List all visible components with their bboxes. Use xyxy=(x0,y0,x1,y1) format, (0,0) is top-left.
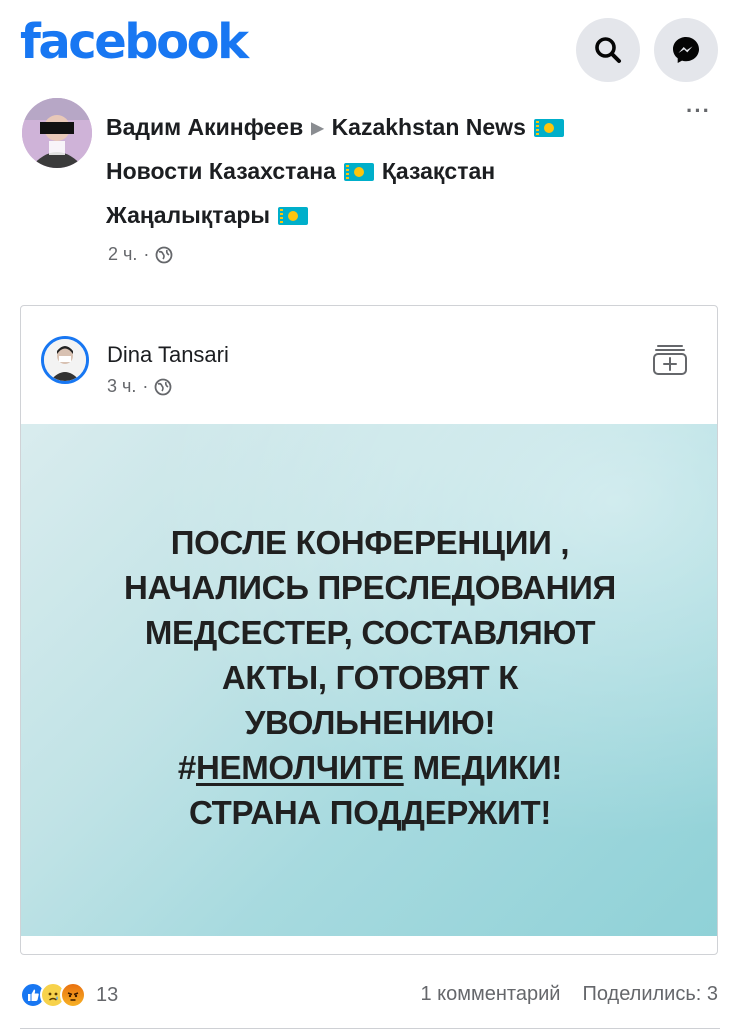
post-time-text: 2 ч. xyxy=(108,244,138,264)
group-name-part-3[interactable]: Қазақстан xyxy=(382,158,495,185)
reactions-summary[interactable]: 13 xyxy=(20,982,118,1008)
image-caption-text: ПОСЛЕ КОНФЕРЕНЦИИ , НАЧАЛИСЬ ПРЕСЛЕДОВАН… xyxy=(21,520,717,835)
image-text-line: СТРАНА ПОДДЕРЖИТ! xyxy=(188,794,552,831)
globe-icon xyxy=(154,378,172,395)
engagement-stats: 1 комментарий Поделились: 3 xyxy=(420,983,718,1006)
kazakhstan-flag-icon xyxy=(343,162,374,181)
divider xyxy=(20,1028,720,1029)
author-avatar[interactable] xyxy=(22,98,92,168)
image-text-line: УВОЛЬНЕНИЮ! xyxy=(244,704,496,741)
avatar-image xyxy=(22,98,92,168)
hashtag-link: НЕМОЛЧИТЕ xyxy=(195,749,404,786)
facebook-logo[interactable]: facebook xyxy=(20,18,249,66)
author-name[interactable]: Вадим Акинфеев xyxy=(106,114,303,141)
reaction-count: 13 xyxy=(96,983,119,1006)
post-header-line-1: Вадим Акинфеев ▶ Kazakhstan News xyxy=(106,114,564,141)
shared-to-arrow-icon: ▶ xyxy=(311,119,324,137)
save-collection-icon xyxy=(653,345,687,375)
post-image[interactable]: ПОСЛЕ КОНФЕРЕНЦИИ , НАЧАЛИСЬ ПРЕСЛЕДОВАН… xyxy=(21,424,717,936)
hash-symbol: # xyxy=(177,749,196,786)
messenger-button[interactable] xyxy=(654,18,718,82)
group-name-part-4[interactable]: Жаңалықтары xyxy=(106,202,270,229)
separator-dot: · xyxy=(142,376,149,396)
shared-author-avatar[interactable] xyxy=(41,336,89,384)
group-name-part-1[interactable]: Kazakhstan News xyxy=(332,114,526,141)
post-header-line-2: Новости Казахстана Қазақстан xyxy=(106,158,495,185)
post-footer: 13 1 комментарий Поделились: 3 xyxy=(20,975,720,1015)
search-button[interactable] xyxy=(576,18,640,82)
post-timestamp[interactable]: 2 ч. · xyxy=(108,244,173,265)
save-post-button[interactable] xyxy=(651,338,689,381)
comments-count-link[interactable]: 1 комментарий xyxy=(420,983,560,1006)
shared-author-name[interactable]: Dina Tansari xyxy=(107,342,229,368)
image-text-line: МЕДСЕСТЕР, СОСТАВЛЯЮТ xyxy=(144,614,596,651)
image-text-line: АКТЫ, ГОТОВЯТ К xyxy=(221,659,519,696)
shared-post-card[interactable]: Dina Tansari 3 ч. · ПОСЛЕ КОНФЕРЕНЦИИ , … xyxy=(20,305,718,955)
image-text-line: НАЧАЛИСЬ ПРЕСЛЕДОВАНИЯ xyxy=(124,569,616,606)
shares-count-link[interactable]: Поделились: 3 xyxy=(582,983,718,1006)
more-options-button[interactable]: ··· xyxy=(686,98,711,124)
messenger-icon xyxy=(673,37,699,63)
image-text-line: ПОСЛЕ КОНФЕРЕНЦИИ , xyxy=(170,524,570,561)
image-text-fragment: МЕДИКИ! xyxy=(403,749,563,786)
kazakhstan-flag-icon xyxy=(278,206,309,225)
image-text-line: #НЕМОЛЧИТЕ МЕДИКИ! xyxy=(21,745,717,790)
angry-icon xyxy=(60,982,86,1008)
separator-dot: · xyxy=(143,244,150,264)
search-icon xyxy=(595,37,621,63)
top-bar: facebook xyxy=(0,0,740,92)
globe-icon xyxy=(155,246,173,263)
group-name-part-2[interactable]: Новости Казахстана xyxy=(106,158,336,185)
shared-time-text: 3 ч. xyxy=(107,376,137,396)
post-header-line-3: Жаңалықтары xyxy=(106,202,309,229)
kazakhstan-flag-icon xyxy=(533,118,564,137)
shared-timestamp[interactable]: 3 ч. · xyxy=(107,376,172,397)
avatar-image xyxy=(44,339,86,381)
